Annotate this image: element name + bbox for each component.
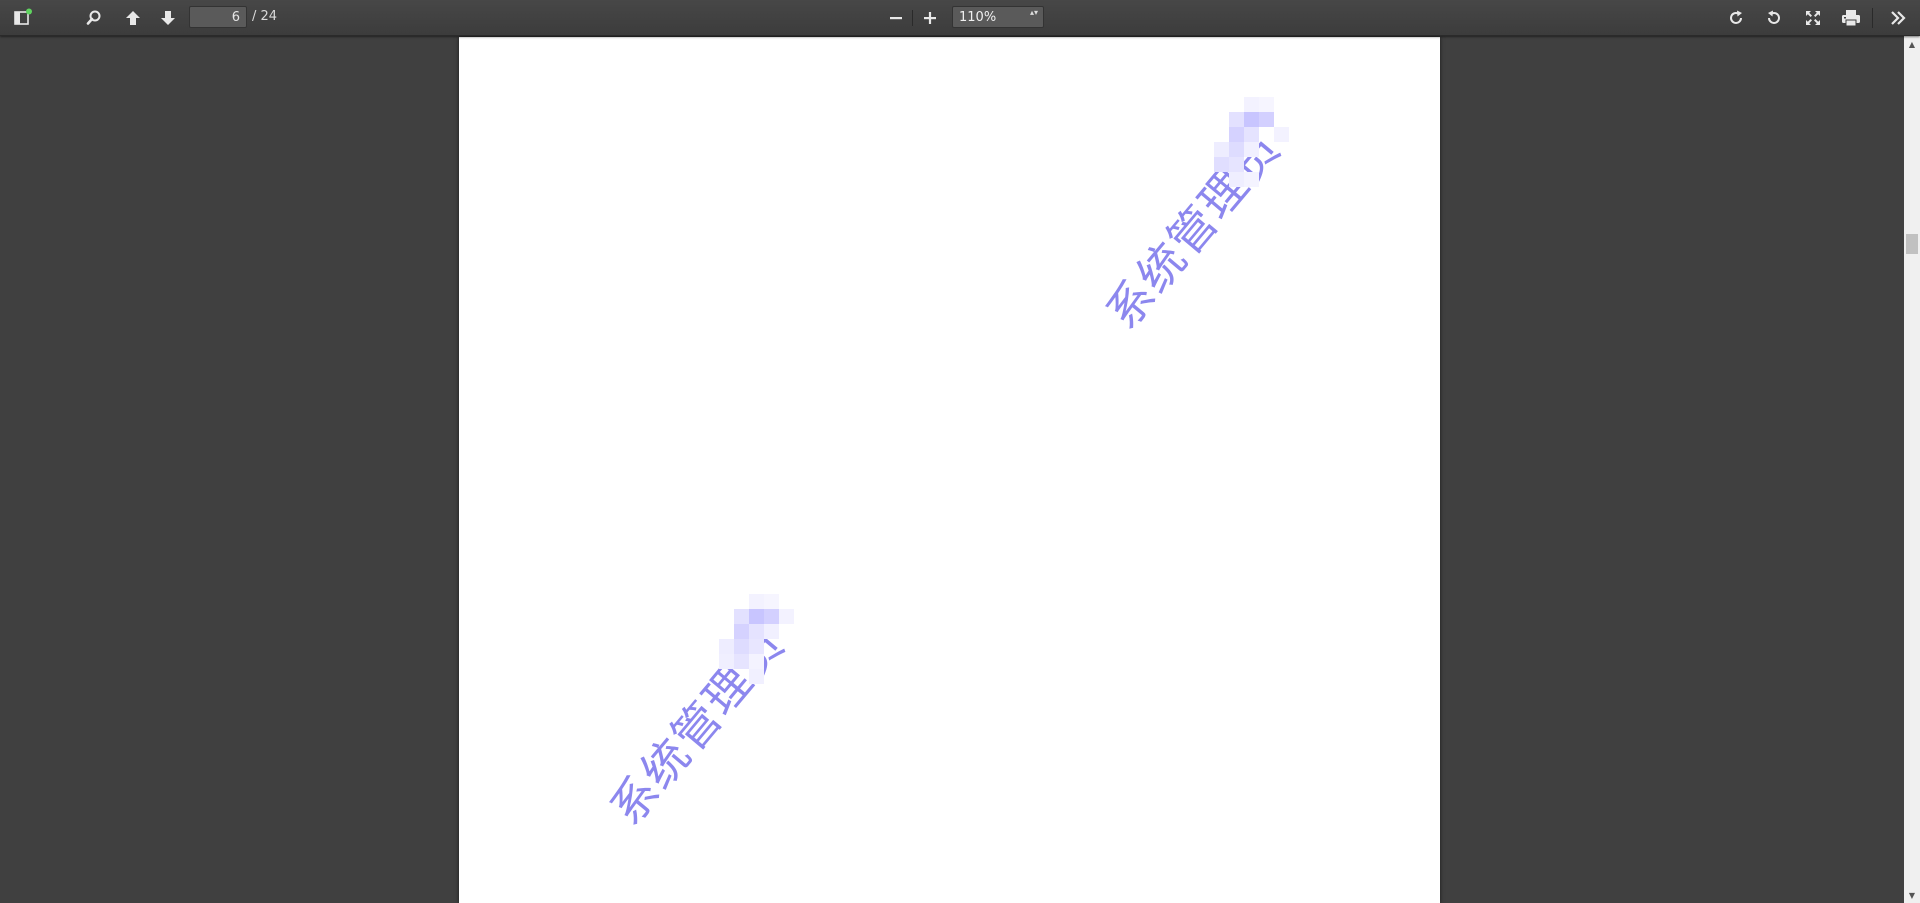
rotate-clockwise-button[interactable]	[1722, 5, 1750, 31]
tools-menu-button[interactable]	[1884, 5, 1912, 31]
scroll-thumb[interactable]	[1906, 234, 1918, 254]
zoom-value: 110%	[959, 10, 997, 25]
scroll-up-button[interactable]: ▲	[1904, 36, 1920, 52]
print-button[interactable]	[1837, 5, 1865, 31]
next-page-button[interactable]	[154, 5, 182, 31]
zoom-out-button[interactable]	[882, 5, 910, 31]
pdf-page: 系统管理员 系统管理员	[459, 37, 1440, 903]
select-arrows-icon: ▴▾	[1029, 8, 1038, 17]
watermark-text: 系统管理员	[599, 616, 796, 836]
fullscreen-button[interactable]	[1799, 5, 1827, 31]
caret-up-icon: ▲	[1908, 39, 1916, 49]
double-chevron-right-icon	[1889, 9, 1907, 27]
plus-icon	[922, 10, 938, 26]
sidebar-toggle-button[interactable]	[8, 5, 36, 31]
previous-page-button[interactable]	[119, 5, 147, 31]
zoom-in-button[interactable]	[916, 5, 944, 31]
arrow-up-icon	[124, 9, 142, 27]
print-icon	[1841, 9, 1861, 27]
fullscreen-icon	[1804, 9, 1822, 27]
rotate-clockwise-icon	[1727, 9, 1745, 27]
arrow-down-icon	[159, 9, 177, 27]
vertical-scrollbar[interactable]: ▲ ▼	[1904, 36, 1920, 903]
scroll-down-button[interactable]: ▼	[1904, 887, 1920, 903]
toolbar-separator	[1872, 8, 1873, 28]
rotate-counterclockwise-button[interactable]	[1760, 5, 1788, 31]
zoom-select[interactable]: 110% ▴▾	[952, 6, 1044, 28]
page-count-label: / 24	[252, 9, 278, 24]
minus-icon	[888, 10, 904, 26]
caret-down-icon: ▼	[1908, 890, 1916, 900]
sidebar-toggle-icon	[12, 8, 32, 28]
watermark-text: 系统管理员	[1095, 120, 1292, 340]
page-number-input[interactable]	[189, 6, 247, 28]
pdf-toolbar: / 24 110% ▴▾	[0, 0, 1920, 36]
zoom-separator	[912, 10, 913, 26]
document-viewer[interactable]: 系统管理员 系统管理员	[0, 36, 1920, 903]
find-button[interactable]	[80, 5, 108, 31]
search-icon	[85, 9, 103, 27]
rotate-counterclockwise-icon	[1765, 9, 1783, 27]
